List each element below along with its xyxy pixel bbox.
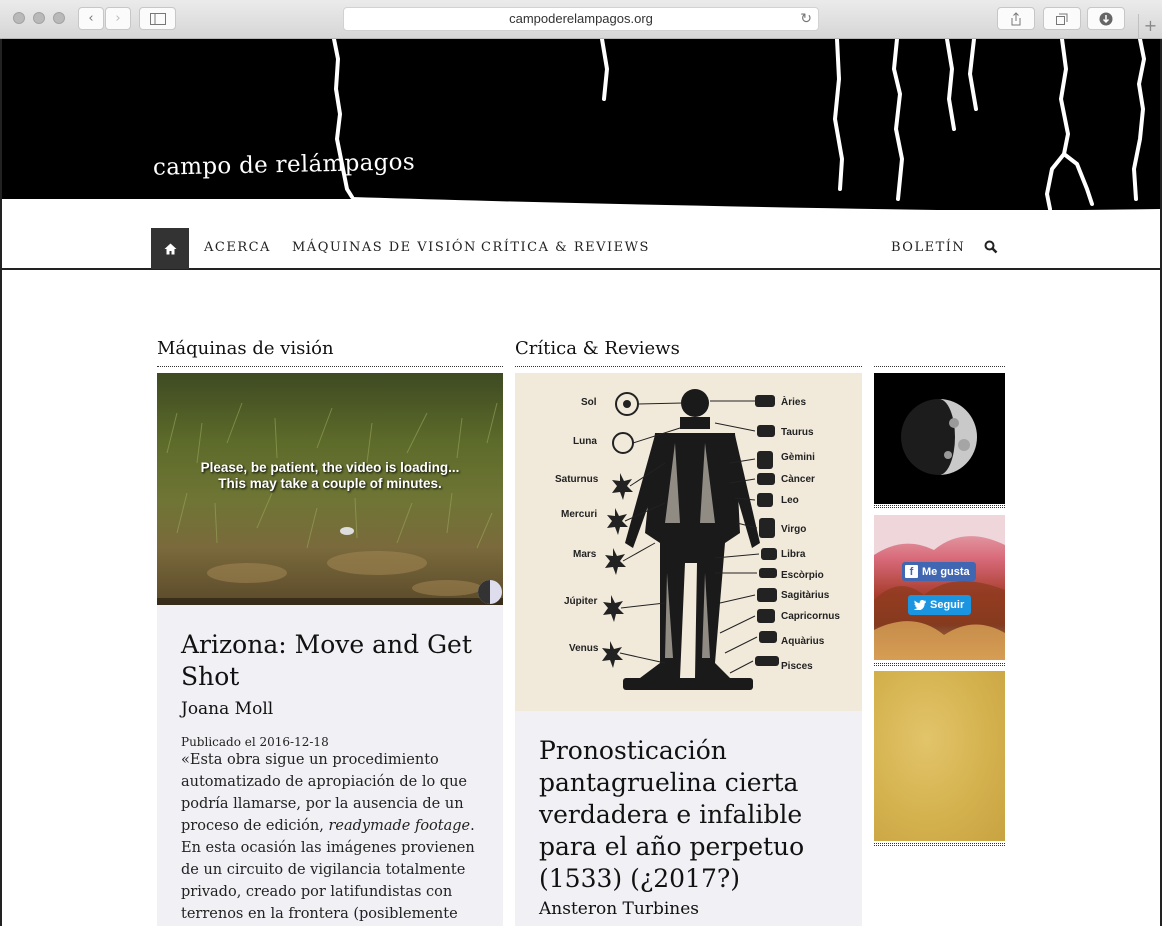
nav-item-acerca[interactable]: ACERCA [204,240,271,255]
new-tab-icon[interactable]: + [1138,14,1162,39]
post-title[interactable]: Arizona: Move and Get Shot [181,629,479,693]
sidebar-divider [874,663,1005,666]
zodiac-label: Taurus [781,427,814,438]
excerpt-italic: readymade footage [328,818,471,834]
zodiac-label: Saturnus [555,474,599,485]
section-divider [515,366,862,367]
share-icon [1011,11,1021,25]
tabs-icon [1056,13,1068,25]
excerpt-text-end: . En esta ocasión las imágenes provienen… [181,818,475,922]
download-icon [1099,12,1113,25]
nav-item-critica-reviews[interactable]: CRÍTICA & REVIEWS [481,240,650,255]
painting-texture [874,515,1005,660]
facebook-like-label: Me gusta [922,565,970,578]
nav-item-maquinas-de-vision[interactable]: MÁQUINAS DE VISIÓN [292,240,477,255]
gold-artwork-image[interactable] [874,671,1005,841]
nav-item-boletin[interactable]: BOLETÍN [891,240,965,255]
zodiac-label: Aquàrius [781,636,825,647]
sidebar-divider [874,843,1005,846]
address-bar[interactable]: campoderelampagos.org ↻ [343,7,819,31]
post-title[interactable]: Pronosticación pantagruelina cierta verd… [539,735,838,895]
post-date: Publicado el 2016-12-18 [181,735,329,749]
url-text: campoderelampagos.org [509,11,653,26]
section-title-critica[interactable]: Crítica & Reviews [515,338,680,359]
search-icon [984,240,998,254]
browser-toolbar: ‹ › campoderelampagos.org ↻ + [0,0,1162,39]
zodiac-label: Sol [581,397,597,408]
download-button[interactable] [1087,7,1125,30]
sidebar-divider [874,366,1005,367]
tabs-button[interactable] [1043,7,1081,30]
zodiac-label: Leo [781,495,799,506]
facebook-like-button[interactable]: f Me gusta [902,562,976,581]
zodiac-label: Pisces [781,661,813,672]
forward-icon: › [115,11,121,26]
zodiac-label: Càncer [781,474,815,485]
moon-phase-image[interactable] [874,373,1005,504]
zodiac-label: Venus [569,643,599,654]
video-loading-line2: This may take a couple of minutes. [218,476,442,491]
zodiac-label: Luna [573,436,597,447]
zodiac-man-illustration[interactable]: Sol Luna Saturnus Mercuri Mars Júpiter V… [515,373,862,711]
zodiac-label: Mercuri [561,509,598,520]
main-nav: ACERCA MÁQUINAS DE VISIÓN CRÍTICA & REVI… [2,228,1160,270]
zodiac-label: Escòrpio [781,570,824,581]
zodiac-label: Capricornus [781,611,840,622]
sidebar-button[interactable] [139,7,176,30]
video-player[interactable]: Please, be patient, the video is loading… [157,373,503,605]
post-author[interactable]: Joana Moll [181,699,479,719]
back-icon: ‹ [88,11,94,26]
post-card-pronosticacion: Pronosticación pantagruelina cierta verd… [515,711,862,926]
social-widget-panel: f Me gusta Seguir [874,515,1005,660]
minimize-window-button[interactable] [33,12,45,24]
sidebar-icon [149,12,166,25]
facebook-icon: f [905,565,918,578]
zodiac-label: Virgo [781,524,807,535]
close-window-button[interactable] [13,12,25,24]
section-divider [157,366,503,367]
reload-icon[interactable]: ↻ [800,8,812,30]
nav-home-button[interactable] [151,228,189,269]
share-button[interactable] [997,7,1035,30]
zodiac-label: Júpiter [564,596,598,607]
video-loading-line1: Please, be patient, the video is loading… [200,460,460,475]
site-header: campo de relámpagos [2,39,1160,210]
twitter-icon [914,600,926,610]
sidebar-divider [874,505,1005,508]
search-button[interactable] [984,239,998,258]
zodiac-label: Gèmini [781,452,815,463]
zodiac-label: Sagitàrius [781,590,830,601]
back-button[interactable]: ‹ [78,7,104,30]
twitter-follow-label: Seguir [930,599,965,611]
post-excerpt: «Esta obra sigue un procedimiento automa… [181,749,479,926]
post-author[interactable]: Ansteron Turbines [539,899,838,919]
site-title[interactable]: campo de relámpagos [153,149,415,180]
zodiac-label: Mars [573,549,597,560]
zodiac-label: Libra [781,549,806,560]
home-icon [164,243,176,254]
forward-button[interactable]: › [105,7,131,30]
twitter-follow-button[interactable]: Seguir [908,595,972,615]
moon-icon [901,399,977,475]
web-page: campo de relámpagos ACERCA MÁQUINAS DE V… [0,39,1162,926]
section-title-maquinas[interactable]: Máquinas de visión [157,338,334,359]
zoom-window-button[interactable] [53,12,65,24]
zodiac-label: Àries [781,397,807,408]
post-card-arizona: Arizona: Move and Get Shot Joana Moll Pu… [157,605,503,926]
header-lightning-illustration [2,39,1160,210]
